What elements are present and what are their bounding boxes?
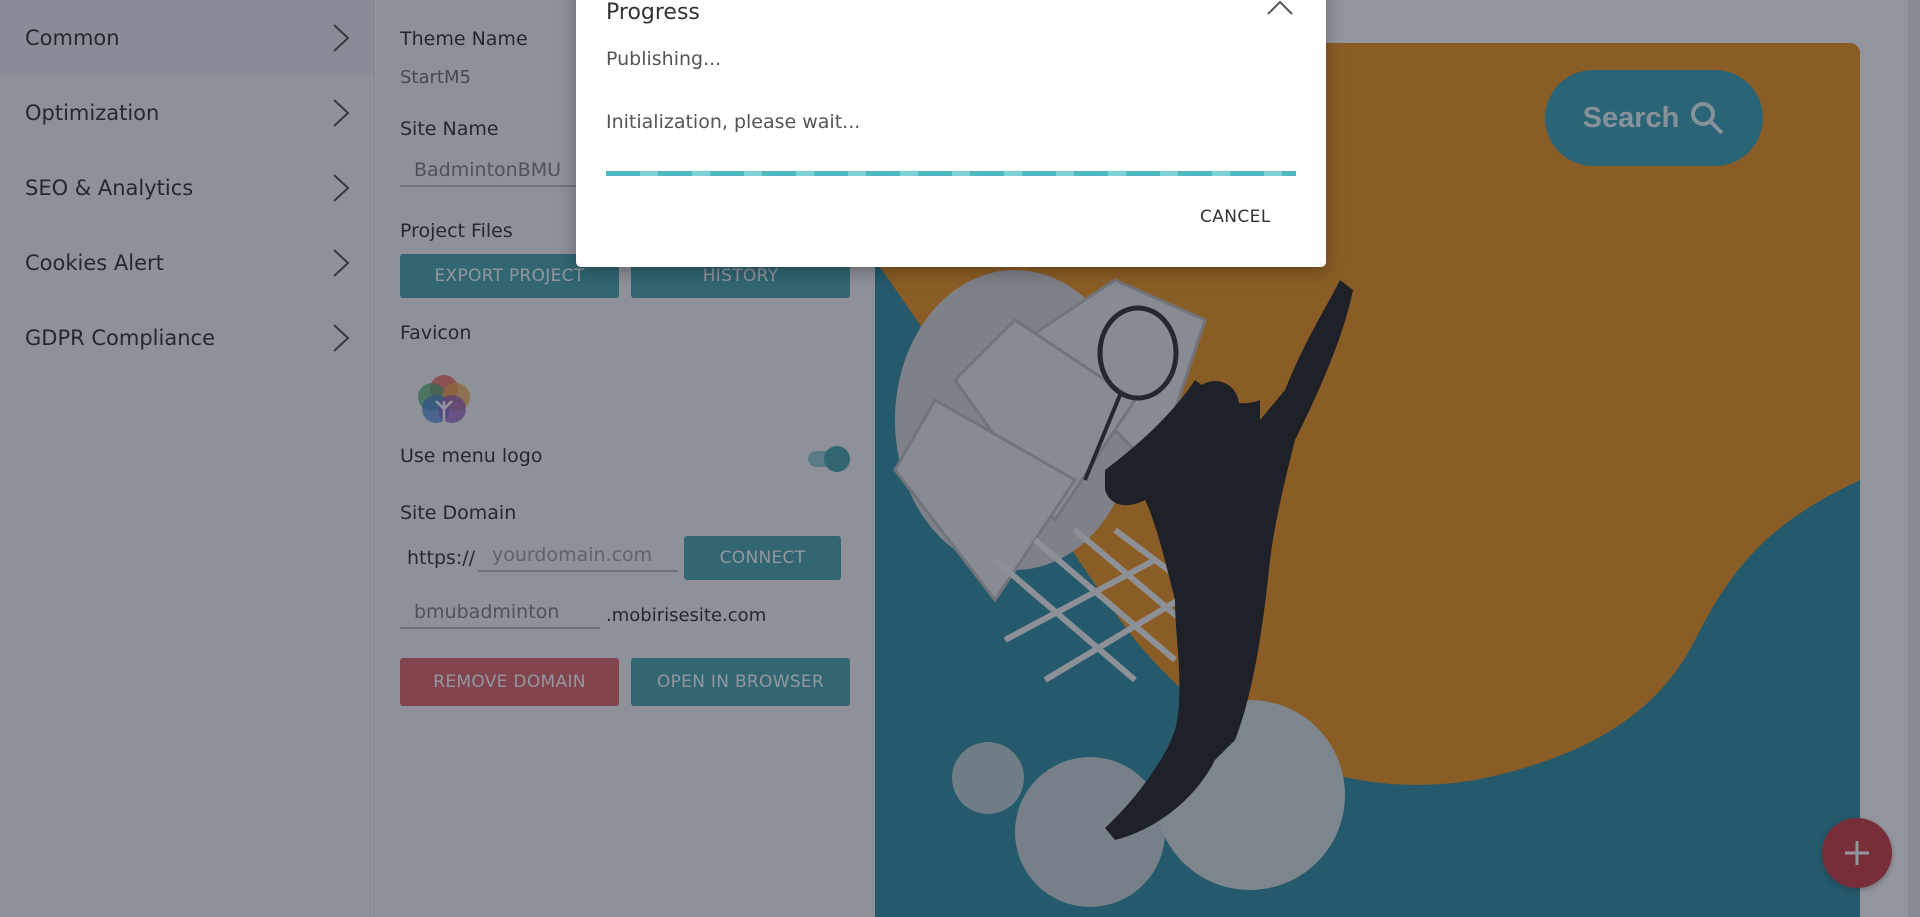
progress-bar xyxy=(606,171,1296,176)
dialog-detail-text: Initialization, please wait... xyxy=(606,111,861,133)
progress-bar-fill xyxy=(606,171,1296,176)
close-icon[interactable] xyxy=(1266,0,1294,18)
dialog-status-text: Publishing... xyxy=(606,48,722,70)
dialog-title: Progress xyxy=(606,0,700,25)
cancel-button[interactable]: CANCEL xyxy=(1200,207,1271,227)
